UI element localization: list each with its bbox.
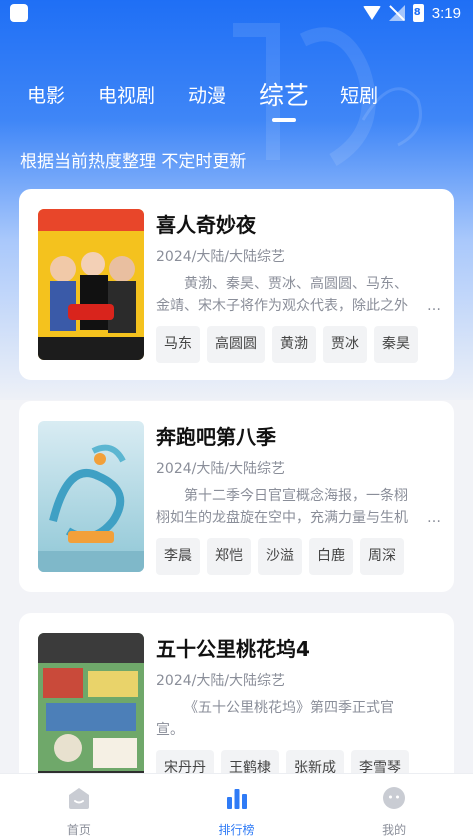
item-meta: 2024/大陆/大陆综艺 [156,249,286,265]
poster-image [38,421,144,572]
status-bar: 8 3:19 [0,0,473,28]
nav-profile[interactable]: 我的 [315,774,473,840]
item-description-text: 《五十公里桃花坞》第四季正式官宣。 [156,700,394,738]
nav-home-label: 首页 [66,823,91,837]
cast-tag[interactable]: 马东 [156,326,200,363]
cast-tag[interactable]: 贾冰 [323,326,367,363]
list-item[interactable]: 喜人奇妙夜 2024/大陆/大陆综艺 黄渤、秦昊、贾冰、高圆圆、马东、金靖、宋木… [19,189,454,380]
more-ellipsis: … [427,510,441,526]
item-title: 喜人奇妙夜 [156,213,256,237]
no-signal-icon [388,5,405,21]
tab-movie[interactable]: 电影 [27,81,65,122]
status-time: 3:19 [431,4,461,22]
item-title: 五十公里桃花坞4 [156,637,310,661]
nav-ranking[interactable]: 排行榜 [158,774,316,840]
poster-image [38,209,144,360]
category-tabs: 电影 电视剧 动漫 综艺 短剧 [27,72,411,122]
item-description-text: 黄渤、秦昊、贾冰、高圆圆、马东、金靖、宋木子将作为观众代表，除此之外 [156,276,408,314]
cast-tag[interactable]: 黄渤 [272,326,316,363]
ranking-icon [226,789,247,809]
cast-tag[interactable]: 沙溢 [258,538,302,575]
cast-tag[interactable]: 郑恺 [207,538,251,575]
poster-image [38,633,144,784]
page-subtitle: 根据当前热度整理 不定时更新 [20,152,247,172]
cast-tag[interactable]: 周深 [360,538,404,575]
item-description: 第十二季今日官宣概念海报，一条栩栩如生的龙盘旋在空中，充满力量与生机 … [156,485,441,529]
tab-anime[interactable]: 动漫 [188,81,226,122]
nav-home[interactable]: 首页 [0,774,158,840]
profile-icon [383,787,406,809]
ranking-list: 喜人奇妙夜 2024/大陆/大陆综艺 黄渤、秦昊、贾冰、高圆圆、马东、金靖、宋木… [19,189,454,825]
item-description-text: 第十二季今日官宣概念海报，一条栩栩如生的龙盘旋在空中，充满力量与生机 [156,488,408,526]
item-title: 奔跑吧第八季 [156,425,276,449]
home-icon [68,788,89,809]
nav-profile-label: 我的 [382,823,407,837]
item-meta: 2024/大陆/大陆综艺 [156,461,286,477]
tab-short-drama[interactable]: 短剧 [340,81,378,122]
item-meta: 2024/大陆/大陆综艺 [156,673,286,689]
item-description: 黄渤、秦昊、贾冰、高圆圆、马东、金靖、宋木子将作为观众代表，除此之外 … [156,273,441,317]
cast-tags: 马东 高圆圆 黄渤 贾冰 秦昊 [156,326,441,363]
bottom-navigation: 首页 排行榜 我的 [0,773,473,840]
list-item[interactable]: 奔跑吧第八季 2024/大陆/大陆综艺 第十二季今日官宣概念海报，一条栩栩如生的… [19,401,454,592]
nav-ranking-label: 排行榜 [218,823,255,837]
cast-tag[interactable]: 李晨 [156,538,200,575]
battery-level: 8 [413,7,421,18]
item-description: 《五十公里桃花坞》第四季正式官宣。 [156,697,441,741]
tab-tv-series[interactable]: 电视剧 [98,81,155,122]
notification-icon [10,4,28,22]
cast-tag[interactable]: 高圆圆 [207,326,265,363]
cast-tags: 李晨 郑恺 沙溢 白鹿 周深 [156,538,441,575]
battery-icon: 8 [412,4,424,22]
cast-tag[interactable]: 白鹿 [309,538,353,575]
cast-tag[interactable]: 秦昊 [374,326,418,363]
tab-variety[interactable]: 综艺 [259,76,309,122]
wifi-icon [362,6,381,20]
more-ellipsis: … [427,298,441,314]
